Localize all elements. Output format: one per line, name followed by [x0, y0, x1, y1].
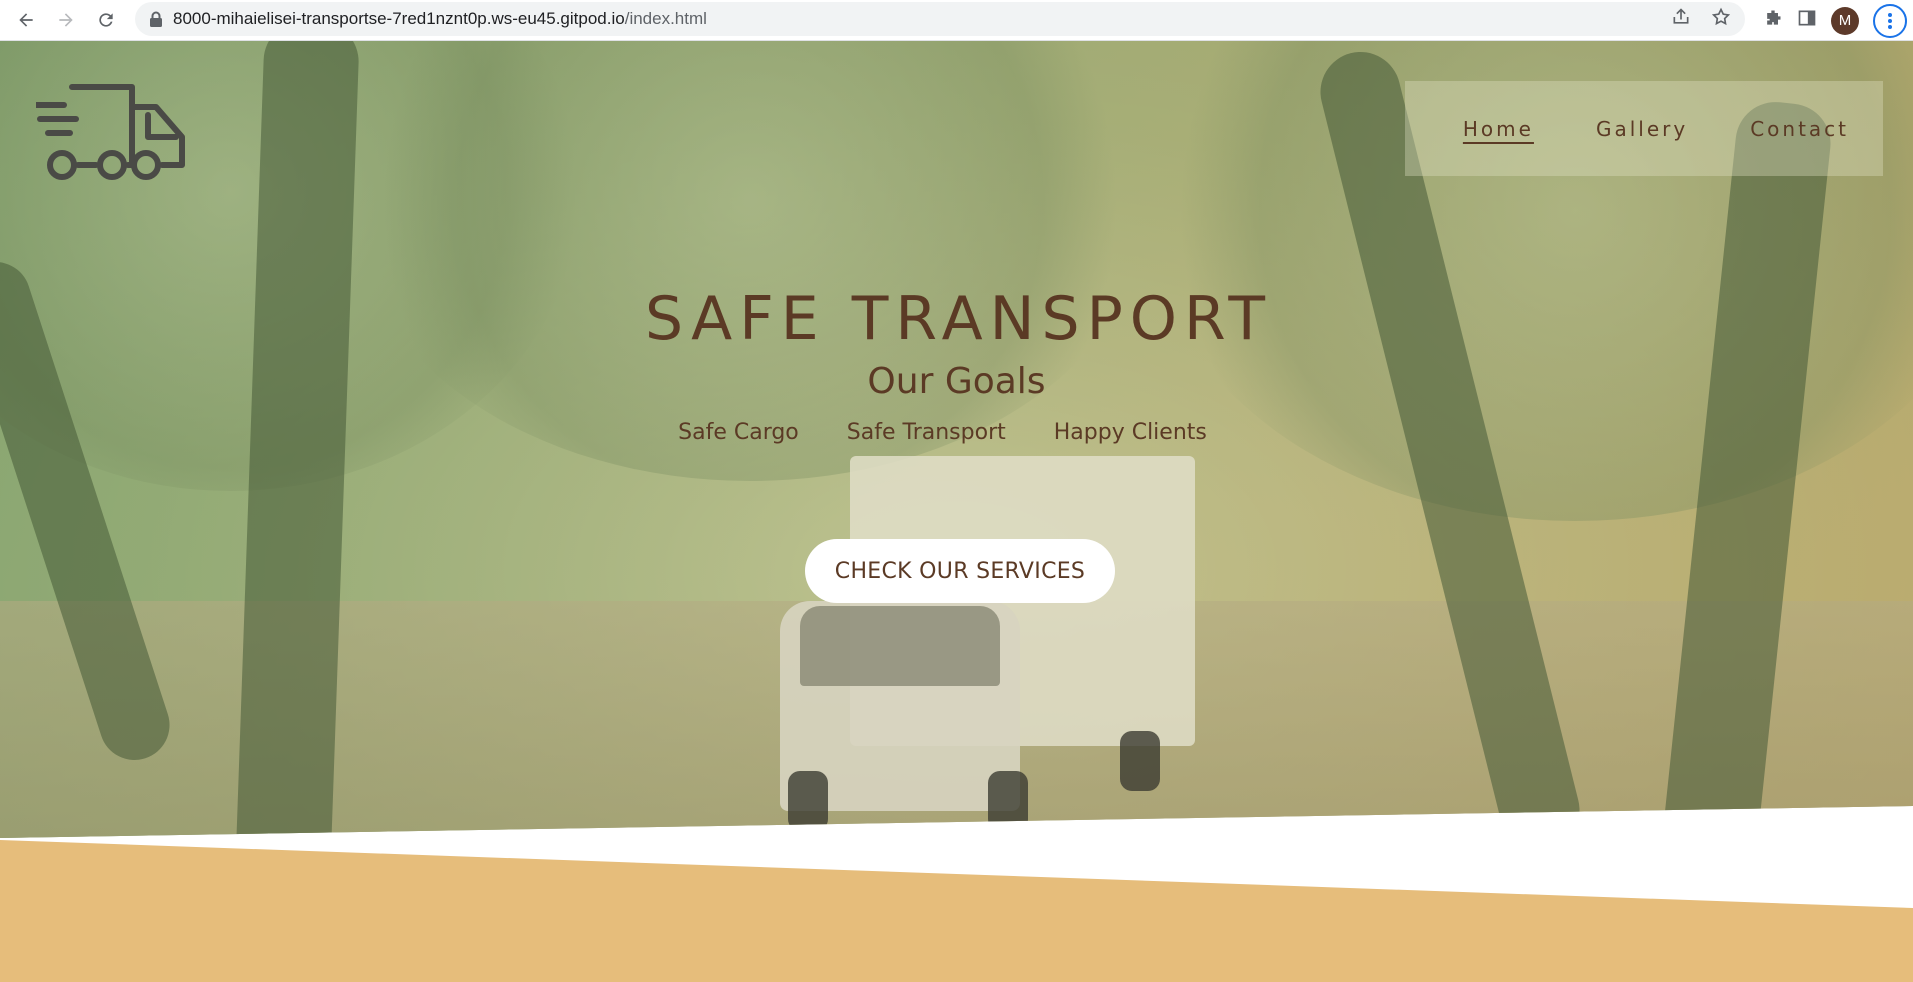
reload-button[interactable]: [86, 0, 126, 41]
profile-avatar[interactable]: M: [1831, 6, 1859, 35]
delivery-truck-icon: [33, 84, 185, 180]
hero-title: SAFE TRANSPORT: [644, 284, 1273, 354]
arrow-right-icon: [59, 13, 73, 27]
hero-content: SAFE TRANSPORT Our Goals Safe Cargo Safe…: [0, 284, 1913, 445]
truck-wheel: [988, 771, 1028, 831]
url-host: 8000-mihaielisei-transportse-7red1nznt0p…: [173, 9, 625, 28]
forward-button[interactable]: [46, 0, 86, 41]
goal-item: Safe Cargo: [678, 420, 799, 445]
hero-subtitle: Our Goals: [867, 361, 1046, 402]
goals-list: Safe Cargo Safe Transport Happy Clients: [0, 420, 1913, 445]
bookmark-star-icon[interactable]: [1711, 7, 1731, 32]
url-path: /index.html: [624, 9, 707, 28]
truck-wheel: [788, 771, 828, 831]
nav-gallery-link[interactable]: Gallery: [1596, 117, 1688, 141]
goal-item: Safe Transport: [846, 420, 1006, 445]
hero-section: Home Gallery Contact SAFE TRANSPORT Our …: [0, 41, 1913, 838]
more-vert-icon: [1888, 12, 1892, 29]
arrow-left-icon: [19, 13, 33, 27]
nav-home-link[interactable]: Home: [1463, 117, 1534, 141]
goal-item: Happy Clients: [1053, 420, 1207, 445]
address-bar[interactable]: 8000-mihaielisei-transportse-7red1nznt0p…: [135, 2, 1745, 36]
browser-menu-button[interactable]: [1873, 3, 1907, 38]
section-divider-band: [0, 840, 1913, 982]
web-page: Home Gallery Contact SAFE TRANSPORT Our …: [0, 41, 1913, 982]
site-logo[interactable]: [33, 79, 188, 189]
check-services-button[interactable]: CHECK OUR SERVICES: [805, 539, 1115, 603]
main-navigation: Home Gallery Contact: [1405, 81, 1883, 176]
back-button[interactable]: [6, 0, 46, 41]
reload-icon: [99, 13, 113, 27]
extensions-puzzle-icon[interactable]: [1763, 8, 1783, 33]
side-panel-icon[interactable]: [1797, 8, 1817, 33]
truck-windshield: [800, 606, 1000, 686]
share-icon[interactable]: [1671, 7, 1691, 32]
truck-wheel: [1120, 731, 1160, 791]
nav-contact-link[interactable]: Contact: [1750, 117, 1849, 141]
browser-toolbar: 8000-mihaielisei-transportse-7red1nznt0p…: [0, 0, 1913, 41]
lock-icon: [149, 11, 163, 27]
